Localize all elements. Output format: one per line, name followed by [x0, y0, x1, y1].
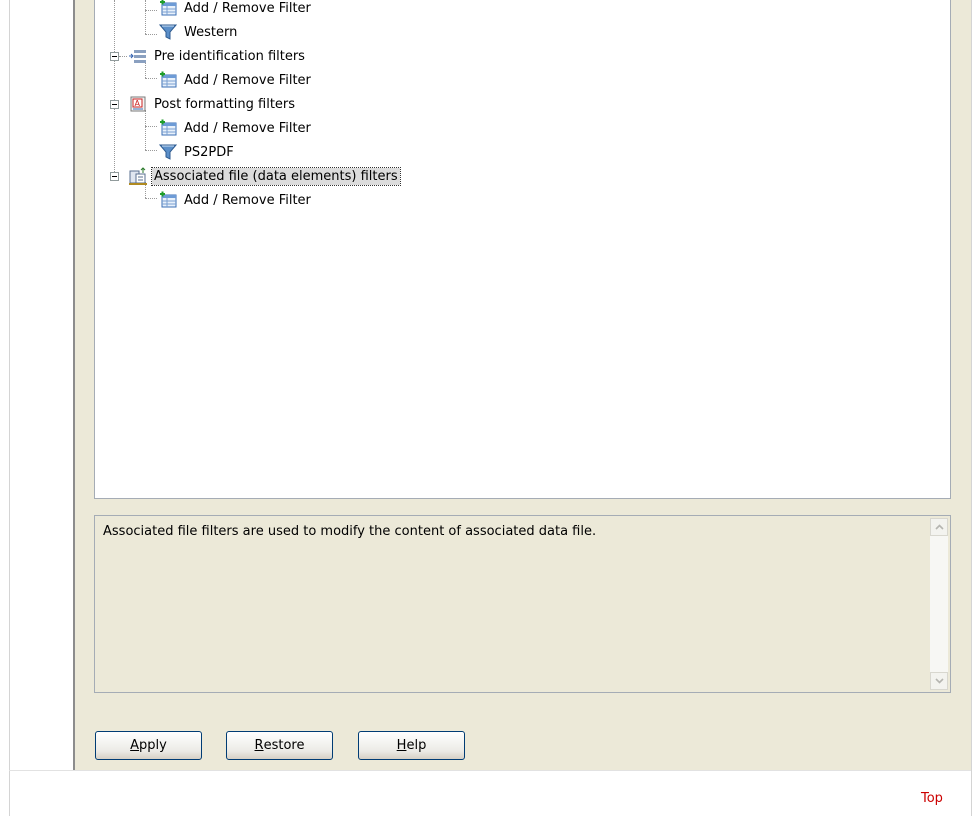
pre-identification-icon	[129, 47, 147, 65]
tree-connector	[114, 0, 115, 180]
scroll-up-button[interactable]	[930, 518, 948, 536]
chevron-up-icon	[935, 524, 944, 530]
restore-button[interactable]: Restore	[226, 731, 333, 760]
restore-button-mnemonic: R	[254, 738, 264, 753]
associated-file-icon	[129, 167, 147, 185]
help-button[interactable]: Help	[358, 731, 465, 760]
tree-item-label: Add / Remove Filter	[184, 0, 311, 16]
tree-item-western[interactable]: Western	[158, 21, 239, 43]
tree-item-label: Add / Remove Filter	[184, 120, 311, 136]
page-border-left	[9, 0, 10, 816]
svg-text:A: A	[135, 99, 141, 108]
tree-connector	[145, 110, 146, 150]
help-button-label: elp	[406, 738, 427, 753]
description-text: Associated file filters are used to modi…	[103, 524, 597, 539]
top-link[interactable]: Top	[921, 791, 943, 806]
description-scrollbar[interactable]	[930, 518, 948, 690]
tree-item-associated-file-filters[interactable]: Associated file (data elements) filters	[129, 165, 401, 187]
tree-item-add-remove-filter[interactable]: Add / Remove Filter	[159, 69, 313, 91]
collapse-toggle-post-formatting[interactable]	[110, 100, 119, 109]
tree-item-add-remove-filter[interactable]: Add / Remove Filter	[159, 189, 313, 211]
tree-connector	[145, 34, 157, 35]
apply-button[interactable]: Apply	[95, 731, 202, 760]
tree-connector	[145, 10, 157, 11]
tree-connector	[145, 150, 157, 151]
page-border-right	[971, 0, 972, 816]
tree-connector	[145, 78, 157, 79]
tree-item-label: Associated file (data elements) filters	[151, 166, 401, 186]
post-formatting-icon: A	[129, 95, 147, 113]
tree-connector	[145, 0, 146, 34]
tree-connector	[119, 56, 127, 57]
add-remove-filter-icon	[159, 119, 177, 137]
tree-item-post-formatting-filters[interactable]: A Post formatting filters	[129, 93, 297, 115]
tree-connector	[145, 198, 157, 199]
collapse-toggle-associated-file[interactable]	[110, 172, 119, 181]
tree-item-add-remove-filter[interactable]: Add / Remove Filter	[159, 0, 313, 19]
add-remove-filter-icon	[159, 71, 177, 89]
tree-item-ps2pdf[interactable]: PS2PDF	[158, 141, 236, 163]
tree-item-label: Western	[184, 24, 238, 40]
tree-item-pre-identification-filters[interactable]: Pre identification filters	[129, 45, 307, 67]
tree-item-label: Add / Remove Filter	[184, 72, 311, 88]
tree-item-label: Pre identification filters	[154, 48, 305, 64]
restore-button-label: estore	[263, 738, 305, 753]
tree-connector	[145, 126, 157, 127]
funnel-filter-icon	[158, 143, 178, 161]
help-button-mnemonic: H	[396, 738, 407, 753]
scroll-down-button[interactable]	[930, 672, 948, 690]
add-remove-filter-icon	[159, 0, 177, 17]
tree-item-add-remove-filter[interactable]: Add / Remove Filter	[159, 117, 313, 139]
apply-button-label: pply	[139, 738, 167, 753]
tree-item-label: Add / Remove Filter	[184, 192, 311, 208]
add-remove-filter-icon	[159, 191, 177, 209]
footer-divider	[9, 770, 971, 771]
tree-item-label: Post formatting filters	[154, 96, 296, 112]
collapse-toggle-pre-identification[interactable]	[110, 52, 119, 61]
funnel-filter-icon	[158, 23, 178, 41]
apply-button-mnemonic: A	[130, 738, 140, 753]
tree-item-label: PS2PDF	[184, 144, 234, 160]
description-panel: Associated file filters are used to modi…	[94, 515, 951, 693]
filter-tree[interactable]: Add / Remove Filter Western Pre identifi…	[94, 0, 951, 499]
chevron-down-icon	[935, 678, 944, 684]
